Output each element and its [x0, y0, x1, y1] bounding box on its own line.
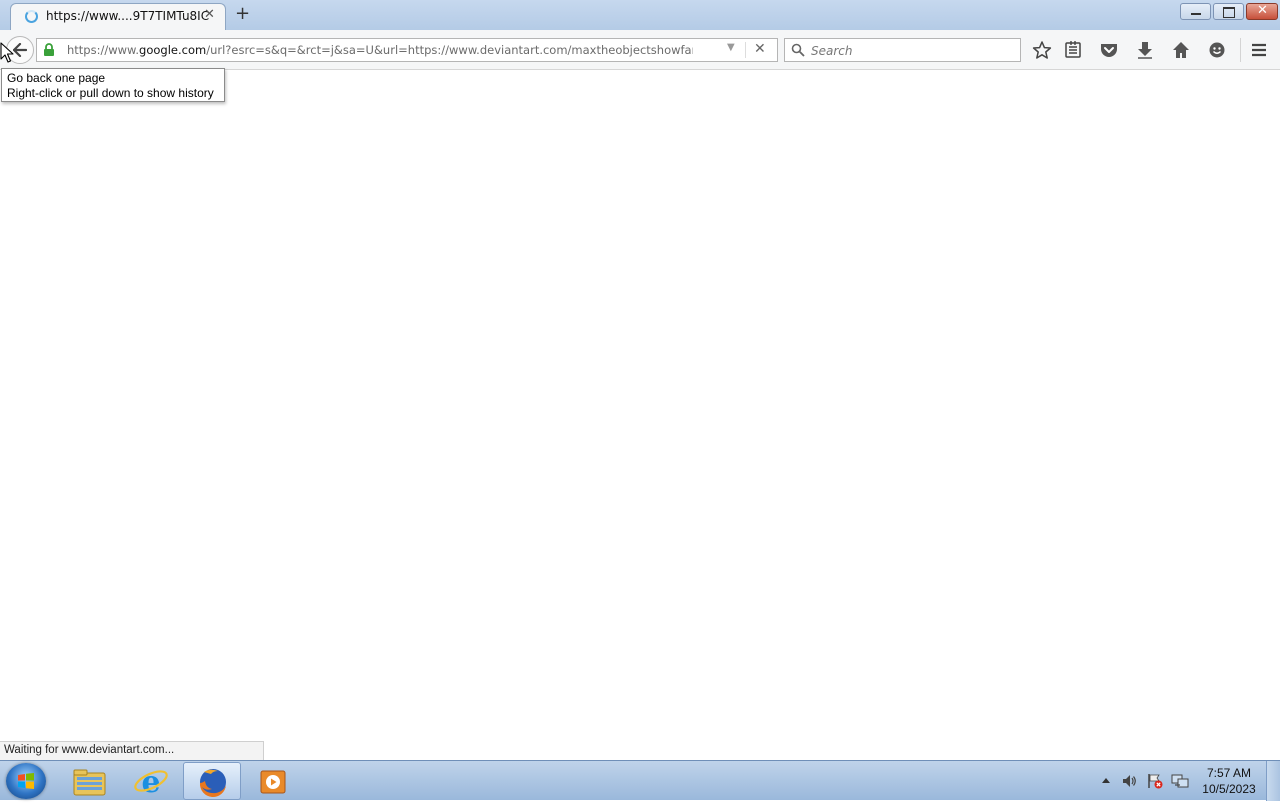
system-clock[interactable]: 7:57 AM 10/5/2023: [1196, 765, 1262, 797]
taskbar: e 7:57 AM 10/5/2023: [0, 760, 1280, 801]
back-arrow-icon: [13, 43, 27, 57]
search-bar[interactable]: [784, 38, 1021, 62]
taskbar-internet-explorer[interactable]: e: [122, 762, 180, 800]
pocket-icon[interactable]: [1099, 40, 1119, 60]
reading-list-icon[interactable]: [1063, 40, 1083, 60]
url-separator: [745, 42, 746, 58]
page-content: [0, 70, 1280, 760]
volume-icon[interactable]: [1121, 773, 1137, 789]
url-history-dropdown-icon[interactable]: ▼: [727, 42, 735, 53]
new-tab-button[interactable]: +: [235, 4, 250, 24]
taskbar-firefox[interactable]: [183, 762, 241, 800]
close-window-button[interactable]: ✕: [1246, 3, 1278, 20]
internet-explorer-icon: e: [134, 765, 168, 800]
lock-icon[interactable]: [43, 43, 55, 57]
hello-chat-icon[interactable]: [1207, 40, 1227, 60]
taskbar-media-player[interactable]: [244, 762, 302, 800]
taskbar-file-explorer[interactable]: [60, 762, 118, 800]
title-bar: https://www....9T7TIMTu8IC ✕ + ✕: [0, 0, 1280, 30]
show-desktop-button[interactable]: [1266, 761, 1280, 801]
url-bar[interactable]: https://www.google.com/url?esrc=s&q=&rct…: [36, 38, 778, 62]
status-bar: Waiting for www.deviantart.com...: [0, 741, 264, 760]
tooltip-line-2: Right-click or pull down to show history: [7, 86, 214, 100]
menu-icon[interactable]: [1249, 40, 1269, 60]
tab-close-icon[interactable]: ✕: [204, 7, 215, 22]
media-player-icon: [260, 770, 286, 794]
file-explorer-icon: [73, 769, 106, 796]
navigation-toolbar: https://www.google.com/url?esrc=s&q=&rct…: [0, 30, 1280, 70]
restore-button[interactable]: [1213, 3, 1244, 20]
svg-text:e: e: [141, 765, 160, 800]
loading-throbber-icon: [25, 10, 38, 23]
back-button-tooltip: Go back one page Right-click or pull dow…: [1, 68, 225, 102]
tooltip-line-1: Go back one page: [7, 71, 106, 85]
url-text[interactable]: https://www.google.com/url?esrc=s&q=&rct…: [67, 43, 693, 57]
tab-active[interactable]: https://www....9T7TIMTu8IC ✕: [10, 3, 226, 30]
firefox-icon: [199, 769, 226, 798]
start-button[interactable]: [6, 763, 46, 799]
search-icon[interactable]: [791, 43, 805, 57]
windows-logo-icon: [18, 773, 34, 789]
url-path: /url?esrc=s&q=&rct=j&sa=U&url=https://ww…: [206, 43, 693, 57]
minimize-button[interactable]: [1180, 3, 1211, 20]
download-icon[interactable]: [1135, 40, 1155, 60]
url-prefix: https://www.: [67, 43, 140, 57]
mouse-cursor-icon: [0, 42, 14, 63]
search-input[interactable]: [809, 42, 1013, 60]
network-icon[interactable]: [1171, 773, 1189, 789]
clock-time: 7:57 AM: [1206, 766, 1252, 780]
url-domain: google.com: [139, 43, 207, 57]
action-center-flag-icon[interactable]: [1146, 773, 1164, 789]
home-icon[interactable]: [1171, 40, 1191, 60]
toolbar-separator: [1240, 38, 1241, 62]
show-hidden-icons-icon[interactable]: [1101, 776, 1111, 784]
clock-date: 10/5/2023: [1202, 782, 1256, 796]
star-icon[interactable]: [1032, 40, 1052, 60]
tab-title: https://www....9T7TIMTu8IC: [46, 9, 210, 23]
stop-button[interactable]: ✕: [754, 41, 766, 57]
